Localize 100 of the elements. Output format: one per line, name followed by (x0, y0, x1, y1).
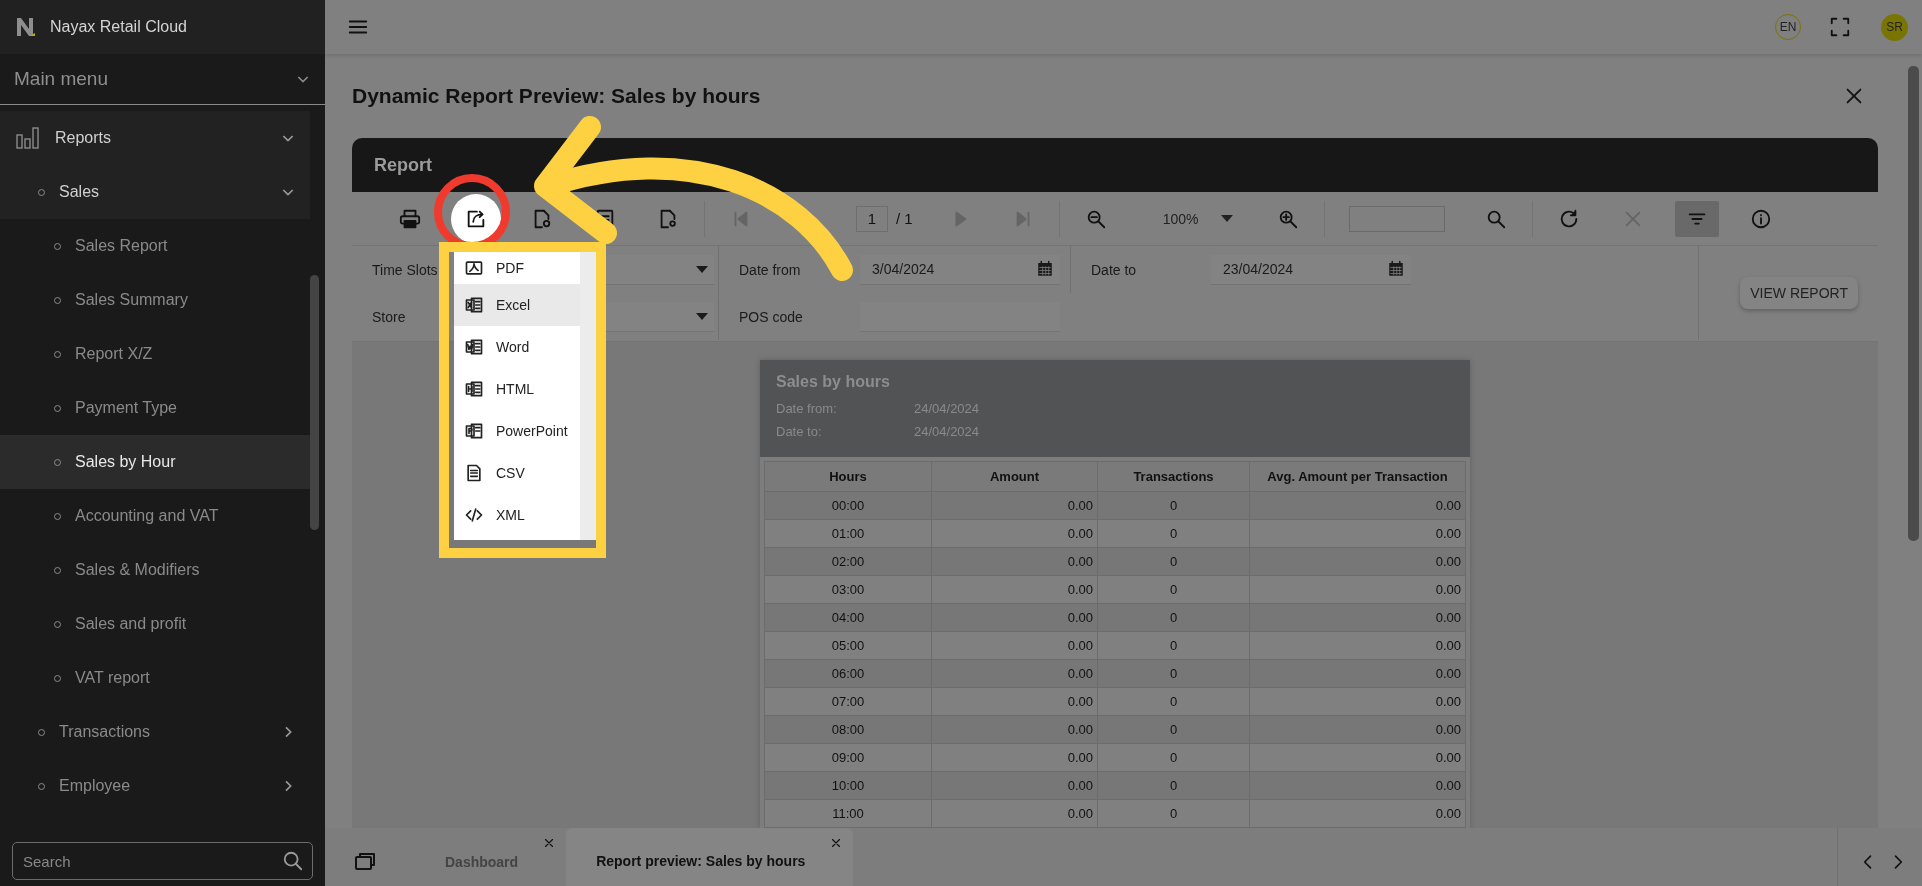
bar-chart-icon (16, 127, 40, 149)
sidebar-item[interactable]: VAT report (0, 651, 310, 705)
sidebar-item[interactable]: Sales Report (0, 219, 310, 273)
caret-down-icon (696, 265, 708, 273)
sidebar-item[interactable]: Sales (0, 165, 310, 219)
column-header: Avg. Amount per Transaction (1249, 461, 1466, 492)
sidebar-item[interactable]: Sales Summary (0, 273, 310, 327)
table-cell: 04:00 (764, 603, 932, 632)
table-cell: 0.00 (1249, 771, 1466, 800)
sidebar-item[interactable]: Sales by Hour (0, 435, 310, 489)
filter-button[interactable] (1674, 200, 1719, 237)
scrollbar-thumb[interactable] (310, 275, 319, 530)
column-header: Transactions (1097, 461, 1250, 492)
html-file-icon (464, 379, 484, 399)
table-cell: 08:00 (764, 715, 932, 744)
pdf-file-icon (464, 258, 484, 278)
field-label: Store (372, 308, 407, 325)
table-cell: 0.00 (1249, 715, 1466, 744)
table-cell: 09:00 (764, 743, 932, 772)
sidebar-item[interactable]: Sales & Modifiers (0, 543, 310, 597)
xml-file-icon (464, 505, 484, 525)
table-cell: 0.00 (931, 519, 1098, 548)
table-cell: 0 (1097, 491, 1250, 520)
field-label: Date from (739, 261, 802, 278)
table-cell: 0 (1097, 519, 1250, 548)
word-file-icon (464, 337, 484, 357)
menu-item[interactable]: XML (454, 494, 580, 536)
table-cell: 0.00 (931, 631, 1098, 660)
table-cell: 0 (1097, 687, 1250, 716)
user-avatar[interactable]: SR (1881, 13, 1908, 41)
table-cell: 0 (1097, 659, 1250, 688)
panel-title: Report (374, 154, 432, 176)
caret-down-icon (1220, 215, 1233, 222)
table-cell: 01:00 (764, 519, 932, 548)
fullscreen-icon (1829, 16, 1851, 38)
menu-item[interactable]: PowerPoint (454, 410, 580, 452)
table-cell: 0.00 (931, 659, 1098, 688)
tab[interactable]: Report preview: Sales by hours (566, 828, 854, 886)
export-button[interactable] (451, 193, 501, 244)
csv-file-icon (464, 463, 484, 483)
sidebar-item[interactable]: Sales and profit (0, 597, 310, 651)
table-cell: 0 (1097, 743, 1250, 772)
menu-item[interactable]: CSV (454, 452, 580, 494)
sidebar-item[interactable]: Accounting and VAT (0, 489, 310, 543)
page-number-field[interactable]: 1 (856, 205, 888, 232)
view-report-button[interactable]: VIEW REPORT (1740, 277, 1858, 309)
table-cell: 0.00 (1249, 575, 1466, 604)
sidebar-item[interactable]: Employee (0, 759, 310, 813)
field-label: Time Slots (372, 261, 439, 278)
excel-file-icon (464, 295, 484, 315)
menu-item[interactable]: PDF (454, 252, 580, 284)
zoom-dropdown[interactable]: 100% (1156, 210, 1239, 227)
page-count: / 1 (896, 210, 913, 227)
search-field[interactable]: Search (12, 842, 313, 880)
field-label: Date to (1091, 261, 1138, 278)
menu-item[interactable]: Excel (454, 284, 580, 326)
table-cell: 0.00 (931, 575, 1098, 604)
table-cell: 0 (1097, 547, 1250, 576)
menu-item[interactable]: Word (454, 326, 580, 368)
table-cell: 0.00 (931, 715, 1098, 744)
table-cell: 06:00 (764, 659, 932, 688)
table-cell: 0 (1097, 575, 1250, 604)
table-cell: 0.00 (1249, 799, 1466, 828)
scrollbar-thumb[interactable] (1908, 66, 1919, 541)
table-cell: 0 (1097, 715, 1250, 744)
table-cell: 03:00 (764, 575, 932, 604)
sidebar-item[interactable]: Reports (0, 111, 310, 165)
info-icon (1749, 207, 1772, 230)
report-title: Sales by hours (776, 373, 891, 391)
table-cell: 0.00 (1249, 603, 1466, 632)
column-header: Hours (764, 461, 932, 492)
caret-down-icon (696, 312, 708, 320)
table-cell: 0 (1097, 631, 1250, 660)
table-cell: 00:00 (764, 491, 932, 520)
field-label: POS code (739, 308, 804, 325)
search-icon (282, 850, 304, 872)
table-cell: 0 (1097, 603, 1250, 632)
dialog-title: Dynamic Report Preview: Sales by hours (352, 84, 762, 108)
table-cell: 0 (1097, 799, 1250, 828)
table-cell: 0.00 (1249, 659, 1466, 688)
table-cell: 0.00 (931, 743, 1098, 772)
table-cell: 0.00 (931, 799, 1098, 828)
sidebar-item[interactable]: Report X/Z (0, 327, 310, 381)
table-cell: 0.00 (1249, 631, 1466, 660)
fullscreen-button[interactable] (1829, 16, 1851, 38)
table-cell: 02:00 (764, 547, 932, 576)
table-cell: 11:00 (764, 799, 932, 828)
table-cell: 0.00 (1249, 687, 1466, 716)
sidebar-item[interactable]: Transactions (0, 705, 310, 759)
logo-icon (16, 17, 36, 37)
app-name: Nayax Retail Cloud (50, 18, 187, 36)
table-cell: 05:00 (764, 631, 932, 660)
menu-item[interactable]: HTML (454, 368, 580, 410)
printer-icon (399, 207, 421, 230)
column-header: Amount (931, 461, 1098, 492)
calendar-icon (1387, 260, 1405, 278)
table-cell: 10:00 (764, 771, 932, 800)
meta-value: 24/04/2024 (914, 424, 980, 441)
sidebar-item[interactable]: Payment Type (0, 381, 310, 435)
meta-label: Date to: (776, 424, 823, 441)
